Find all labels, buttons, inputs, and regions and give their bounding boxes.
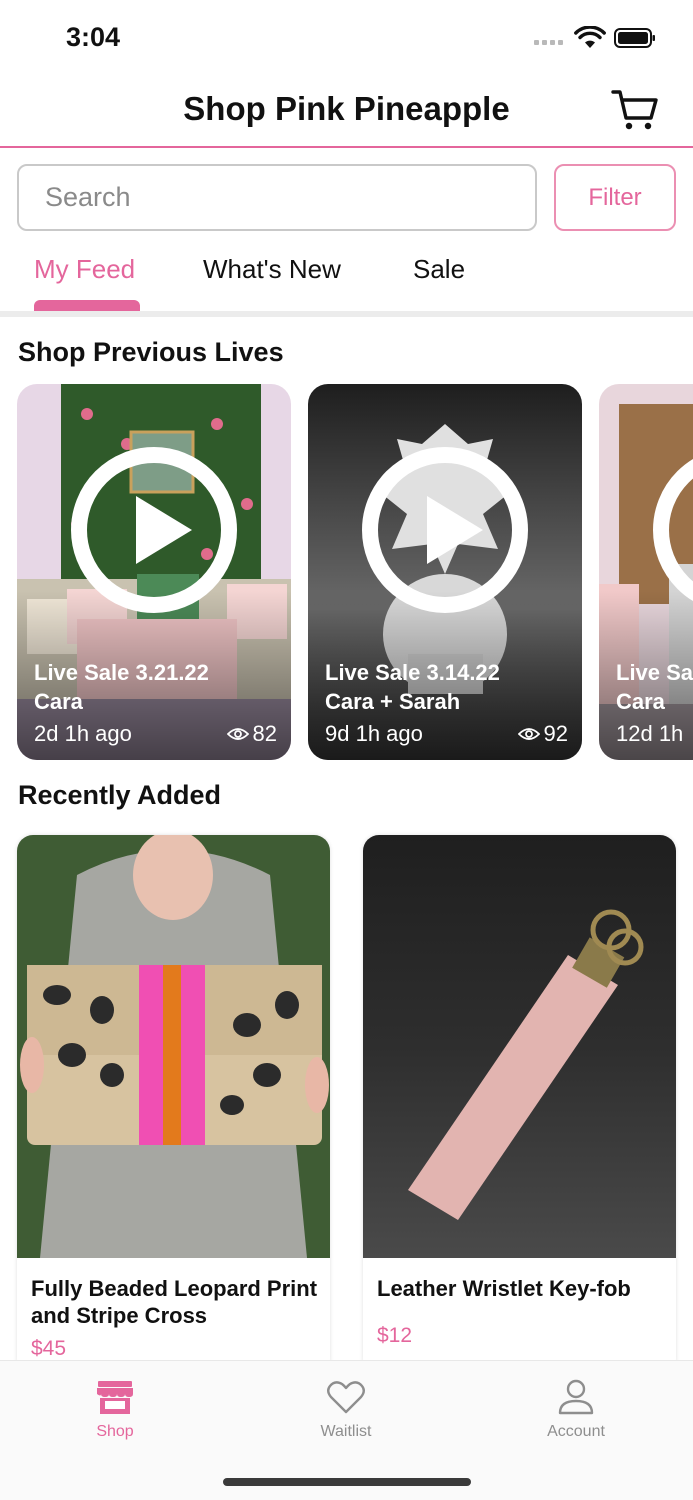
live-time-ago: 2d 1h ago (34, 721, 132, 746)
product-name: Fully Beaded Leopard Print and Stripe Cr… (31, 1276, 318, 1328)
wifi-icon (574, 26, 606, 48)
live-view-count: 82 (226, 721, 277, 747)
product-image (363, 835, 676, 1258)
heart-icon (327, 1381, 365, 1414)
play-icon (362, 447, 528, 613)
live-time-ago: 9d 1h ago (325, 721, 423, 746)
home-indicator (223, 1478, 471, 1486)
play-icon (653, 459, 693, 601)
product-card[interactable]: Leather Wristlet Key-fob $12 (363, 835, 676, 1375)
tab-sale[interactable]: Sale (413, 254, 465, 285)
lives-section-title: Shop Previous Lives (18, 337, 284, 367)
play-icon (71, 447, 237, 613)
eye-icon (226, 728, 249, 740)
tab-whats-new[interactable]: What's New (203, 254, 341, 285)
live-card[interactable]: Live Sale 3.14.22 Cara + Sarah 9d 1h ago… (308, 384, 582, 760)
person-icon (558, 1379, 594, 1415)
tabbar-item-account[interactable]: Account (516, 1379, 636, 1441)
product-price: $45 (31, 1337, 67, 1360)
live-time-ago: 12d 1h (616, 721, 684, 746)
eye-icon (517, 728, 540, 740)
product-price: $12 (377, 1324, 413, 1347)
battery-icon (614, 28, 655, 48)
storefront-icon (97, 1381, 133, 1414)
product-image (17, 835, 330, 1258)
app-header: Shop Pink Pineapple (0, 78, 693, 148)
live-view-count: 92 (517, 721, 568, 747)
page-title: Shop Pink Pineapple (183, 90, 510, 127)
live-card[interactable]: Live Sale 3.21.22 Cara 2d 1h ago 82 (17, 384, 291, 760)
product-card[interactable]: Fully Beaded Leopard Print and Stripe Cr… (17, 835, 330, 1375)
feed-tabs: My Feed What's New Sale (0, 244, 693, 312)
live-title: Live Sa Cara (616, 660, 693, 714)
tabbar-label: Waitlist (320, 1423, 372, 1440)
search-input[interactable] (17, 164, 537, 231)
status-bar: 3:04 (0, 0, 693, 78)
tabbar-label: Account (547, 1423, 605, 1440)
recent-section-title: Recently Added (18, 780, 222, 810)
product-name: Leather Wristlet Key-fob (377, 1276, 631, 1301)
tabbar-item-shop[interactable]: Shop (55, 1379, 175, 1441)
live-title: Live Sale 3.14.22 Cara + Sarah (325, 660, 500, 714)
live-title: Live Sale 3.21.22 Cara (34, 660, 209, 714)
status-time: 3:04 (66, 22, 121, 52)
signal-icon (534, 40, 563, 45)
cart-icon[interactable] (611, 88, 659, 132)
filter-button[interactable]: Filter (554, 164, 676, 231)
section-divider (0, 311, 693, 317)
tabbar-item-waitlist[interactable]: Waitlist (286, 1379, 406, 1441)
live-card[interactable]: Live Sa Cara 12d 1h (599, 384, 693, 760)
tabbar-label: Shop (96, 1423, 134, 1440)
tab-my-feed[interactable]: My Feed (34, 254, 135, 285)
